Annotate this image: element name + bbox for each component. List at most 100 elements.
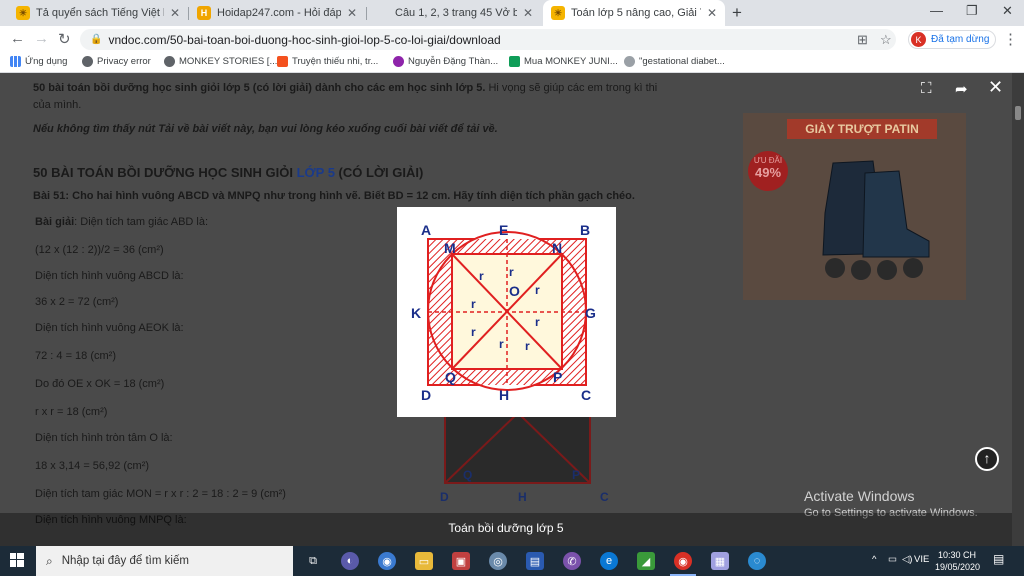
search-placeholder: Nhập tại đây để tìm kiếm: [61, 555, 189, 567]
radius-label: r: [535, 315, 540, 329]
kebab-menu-icon[interactable]: ⋮: [1003, 30, 1018, 48]
tab-title: Hoidap247.com - Hỏi đáp bài tập: [217, 7, 341, 19]
solution-first: Bài giải: Diện tích tam giác ABD là:: [35, 216, 209, 228]
skate-advertisement[interactable]: GIÀY TRƯỢT PATIN ƯU ĐÃI 49%: [743, 113, 966, 300]
svg-text:C: C: [600, 490, 609, 504]
label-q: Q: [445, 369, 456, 385]
solution-line: Diện tích hình tròn tâm O là:: [35, 432, 173, 444]
ad-title: GIÀY TRƯỢT PATIN: [787, 119, 937, 139]
address-bar[interactable]: 🔒 vndoc.com/50-bai-toan-boi-duong-hoc-si…: [80, 29, 896, 50]
toolbar: ← → ↻ 🔒 vndoc.com/50-bai-toan-boi-duong-…: [0, 26, 1024, 53]
radius-label: r: [509, 265, 514, 279]
back-arrow-icon[interactable]: ←: [10, 30, 25, 47]
bookmark-privacy-error[interactable]: Privacy error: [82, 56, 151, 67]
lightbulb-icon: ☀: [16, 6, 30, 20]
tab-toan-lop-5[interactable]: ☀ Toán lớp 5 nâng cao, Giải Toán lớ ✕: [543, 0, 725, 26]
label-k: K: [411, 305, 421, 321]
star-icon[interactable]: ☆: [880, 32, 892, 48]
bookmark-gestational[interactable]: "gestational diabet...: [624, 56, 725, 67]
bookmark-truyen-thieu-nhi[interactable]: Truyện thiếu nhi, tr...: [277, 56, 378, 67]
bookmark-label: Ứng dụng: [25, 56, 68, 67]
translate-icon[interactable]: ⊞: [857, 32, 868, 48]
app-icon[interactable]: ▦: [711, 552, 729, 570]
search-engine-icon: [624, 56, 635, 67]
inline-skate-image: [822, 160, 930, 280]
svg-text:H: H: [518, 490, 527, 504]
bookmark-apps[interactable]: Ứng dụng: [10, 56, 67, 67]
forward-arrow-icon[interactable]: →: [34, 30, 49, 47]
tab-cau-1-2-3[interactable]: Câu 1, 2, 3 trang 45 Vở bài tập (S ✕: [367, 0, 541, 26]
svg-text:Q: Q: [463, 468, 472, 482]
system-clock[interactable]: 10:30 CH 19/05/2020: [935, 549, 980, 573]
solution-line: Diện tích hình vuông ABCD là:: [35, 270, 184, 282]
bookmark-label: Truyện thiếu nhi, tr...: [292, 56, 379, 67]
checkmark-icon: [509, 56, 520, 67]
close-icon[interactable]: ✕: [523, 6, 533, 20]
avatar: K: [911, 32, 926, 47]
close-icon[interactable]: ✕: [170, 6, 180, 20]
close-lightbox-icon[interactable]: ✕: [988, 77, 1003, 98]
app-icon[interactable]: ◌: [748, 552, 766, 570]
clock-time: 10:30 CH: [937, 550, 977, 560]
tab-title: Tả quyển sách Tiếng Việt lớp 5 tr: [36, 7, 164, 19]
reload-icon[interactable]: ↻: [58, 30, 71, 48]
app-icon[interactable]: ◎: [489, 552, 507, 570]
app-icon[interactable]: ◉: [378, 552, 396, 570]
close-icon[interactable]: ✕: [347, 6, 357, 20]
app-icon[interactable]: ▤: [526, 552, 544, 570]
minimize-icon[interactable]: —: [930, 3, 943, 18]
solution-line: r x r = 18 (cm²): [35, 406, 108, 418]
article-heading: 50 BÀI TOÁN BỒI DƯỠNG HỌC SINH GIỎI LỚP …: [33, 165, 424, 180]
bookmark-monkey-junior[interactable]: Mua MONKEY JUNI...: [509, 56, 618, 67]
geometry-figure: A E B M N K G O Q P D H C r r r r r r r …: [411, 222, 596, 403]
chrome-icon[interactable]: ◉: [670, 552, 696, 576]
label-h: H: [499, 387, 509, 403]
task-view-icon[interactable]: ⧉: [304, 552, 322, 570]
new-tab-plus-icon[interactable]: +: [732, 3, 742, 23]
scrollbar-thumb[interactable]: [1015, 106, 1021, 120]
solution-line: Diện tích hình vuông AEOK là:: [35, 322, 184, 334]
radius-label: r: [535, 283, 540, 297]
close-window-icon[interactable]: ✕: [1002, 3, 1013, 19]
solution-line: (12 x (12 : 2))/2 = 36 (cm²): [35, 244, 164, 256]
network-icon[interactable]: ▭: [888, 554, 897, 565]
profile-button[interactable]: K Đã tạm dừng: [908, 30, 997, 49]
volume-icon[interactable]: ◁): [902, 554, 912, 565]
taskbar: ⌕ Nhập tại đây để tìm kiếm ⧉ ◐ ◉ ▭ ▣ ◎ ▤…: [0, 546, 1024, 576]
close-icon[interactable]: ✕: [707, 6, 717, 20]
label-o: O: [509, 283, 520, 299]
notifications-icon[interactable]: ▤: [993, 552, 1004, 566]
file-explorer-icon[interactable]: ▭: [415, 552, 433, 570]
scrollbar[interactable]: [1012, 73, 1024, 546]
tray-chevron-icon[interactable]: ^: [872, 554, 876, 565]
blogger-icon: [277, 56, 288, 67]
bookmark-monkey-stories[interactable]: MONKEY STORIES [...: [164, 56, 277, 67]
app-icon[interactable]: ◐: [341, 552, 359, 570]
viber-icon[interactable]: ✆: [563, 552, 581, 570]
label-m: M: [444, 240, 456, 256]
windows-start-icon[interactable]: [10, 553, 24, 567]
tab-hoidap247[interactable]: H Hoidap247.com - Hỏi đáp bài tập ✕: [189, 0, 365, 26]
app-icon[interactable]: ▣: [452, 552, 470, 570]
language-indicator[interactable]: VIE: [914, 554, 929, 565]
share-icon[interactable]: ➦: [955, 80, 968, 98]
tab-title: Toán lớp 5 nâng cao, Giải Toán lớ: [571, 7, 701, 19]
problem-text: Bài 51: Cho hai hình vuông ABCD và MNPQ …: [33, 190, 635, 202]
tab-ta-quyen-sach[interactable]: ☀ Tả quyển sách Tiếng Việt lớp 5 tr ✕: [8, 0, 188, 26]
restore-icon[interactable]: ❐: [966, 3, 978, 19]
solution-line: 18 x 3,14 = 56,92 (cm²): [35, 460, 150, 472]
app-icon[interactable]: ◢: [637, 552, 655, 570]
globe-icon: [82, 56, 93, 67]
intro-line2: của mình.: [33, 99, 82, 111]
heading-link[interactable]: LỚP 5: [297, 165, 335, 180]
taskbar-search[interactable]: ⌕ Nhập tại đây để tìm kiếm: [36, 546, 293, 576]
radius-label: r: [499, 337, 504, 351]
edge-icon[interactable]: e: [600, 552, 618, 570]
fullscreen-icon[interactable]: ⛶: [921, 80, 932, 97]
scroll-top-icon[interactable]: ↑: [975, 447, 999, 471]
search-icon: ⌕: [46, 553, 53, 568]
svg-text:D: D: [440, 490, 449, 504]
bookmark-nguyen-dang[interactable]: Nguyễn Đặng Thàn...: [393, 56, 498, 67]
radius-label: r: [479, 269, 484, 283]
label-c: C: [581, 387, 591, 403]
